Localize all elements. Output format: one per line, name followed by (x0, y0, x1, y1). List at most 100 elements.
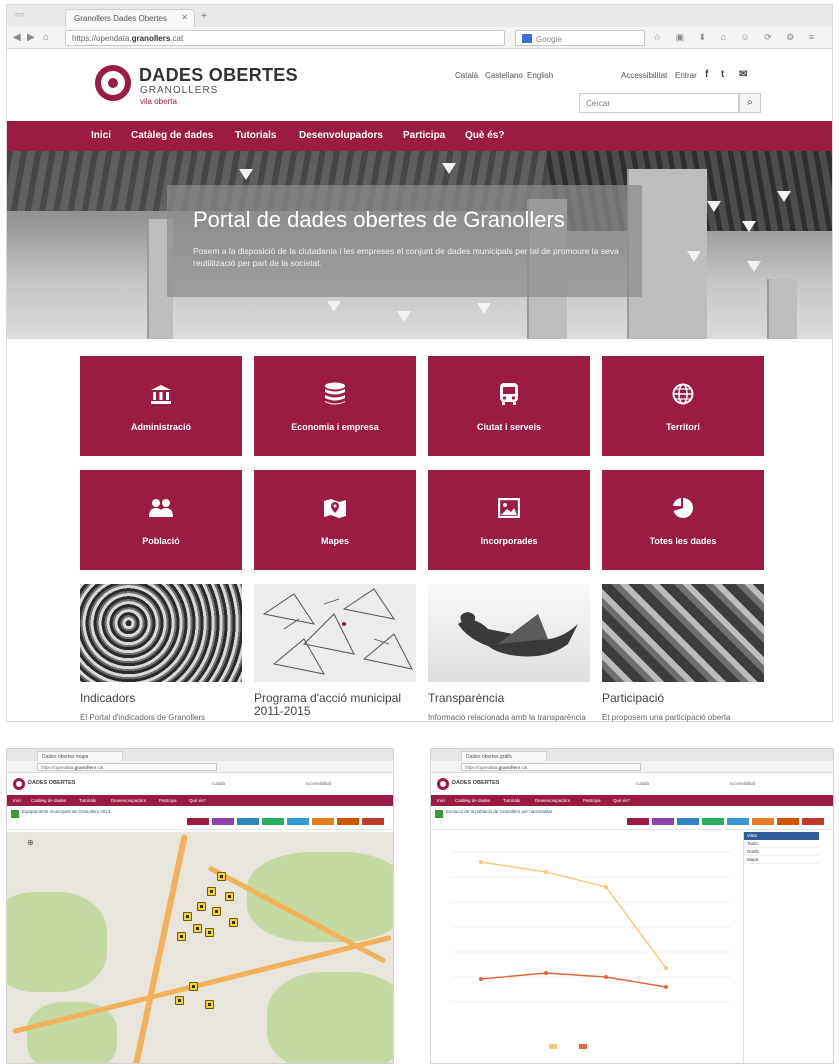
nav-item-inici[interactable]: Inici (91, 130, 111, 141)
nav-item-desenvolupadors[interactable]: Desenvolupadors (299, 130, 383, 141)
mini-action-button[interactable] (237, 818, 259, 825)
facebook-icon[interactable]: f (705, 69, 708, 80)
lang-link-ca[interactable]: Català (455, 71, 478, 80)
feature-image[interactable] (254, 584, 416, 682)
mini-nav-item[interactable]: Catàleg de dades (455, 798, 490, 803)
map-marker[interactable] (217, 872, 226, 881)
browser-tab[interactable]: Granollers Dades Obertes ✕ (65, 9, 195, 27)
tile-administracio[interactable]: Administració (80, 356, 242, 456)
feature-card-transparencia[interactable]: Transparència Informació relacionada amb… (428, 584, 590, 722)
nav-item-cataleg[interactable]: Catàleg de dades (131, 130, 213, 141)
mini-access-link[interactable]: Accessibilitat (729, 781, 755, 786)
mini-logo-icon[interactable] (437, 778, 449, 790)
feature-card-participacio[interactable]: Participació Et proposem una participaci… (602, 584, 764, 722)
mini-action-button[interactable] (777, 818, 799, 825)
twitter-icon[interactable]: t (721, 69, 724, 80)
mini-nav-item[interactable]: Què és? (189, 798, 206, 803)
map-marker[interactable] (175, 996, 184, 1005)
mini-nav-item[interactable]: Participa (583, 798, 601, 803)
mini-nav-item[interactable]: Tutorials (503, 798, 520, 803)
mini-nav-item[interactable]: Tutorials (79, 798, 96, 803)
nav-item-tutorials[interactable]: Tutorials (235, 130, 276, 141)
feature-card-programa[interactable]: Programa d'acció municipal 2011-2015 (254, 584, 416, 718)
mini-action-button[interactable] (287, 818, 309, 825)
forward-icon[interactable]: ▶ (27, 32, 35, 43)
close-tab-icon[interactable]: ✕ (181, 13, 188, 22)
back-icon[interactable]: ◀ (13, 32, 21, 43)
feature-title[interactable]: Transparència (428, 692, 590, 705)
nav-item-que-es[interactable]: Què és? (465, 130, 504, 141)
map-marker[interactable] (205, 928, 214, 937)
logo-icon[interactable] (95, 65, 131, 101)
tile-mapes[interactable]: Mapes (254, 470, 416, 570)
mini-doc-title[interactable]: Equipaments municipals de Granollers 201… (22, 809, 192, 815)
mini-access-link[interactable]: Accessibilitat (305, 781, 331, 786)
mail-icon[interactable]: ✉ (739, 69, 747, 80)
mini-nav-item[interactable]: Inici (437, 798, 445, 803)
map-marker[interactable] (212, 907, 221, 916)
toolbar-icons[interactable]: ☆ ▣ ⬇ ⌂ ☺ ⟳ ⚙ ≡ (653, 32, 820, 43)
mini-action-button[interactable] (802, 818, 824, 825)
tile-ciutat[interactable]: Ciutat i serveis (428, 356, 590, 456)
mini-nav-item[interactable]: Desenvolupadors (535, 798, 570, 803)
mini-action-button[interactable] (312, 818, 334, 825)
mini-action-button[interactable] (652, 818, 674, 825)
mini-browser-tab[interactable]: Dades obertes mapa (37, 751, 123, 761)
map-marker[interactable] (229, 918, 238, 927)
tile-totes[interactable]: Totes les dades (602, 470, 764, 570)
feature-title[interactable]: Programa d'acció municipal 2011-2015 (254, 692, 416, 718)
map-marker[interactable] (189, 982, 198, 991)
map-marker[interactable] (225, 892, 234, 901)
mini-action-button[interactable] (627, 818, 649, 825)
login-link[interactable]: Entrar (675, 71, 697, 80)
tile-economia[interactable]: Economia i empresa (254, 356, 416, 456)
mini-nav-item[interactable]: Què és? (613, 798, 630, 803)
mini-lang-links[interactable]: Català (212, 781, 225, 786)
new-tab-icon[interactable]: + (201, 11, 207, 22)
home-icon[interactable]: ⌂ (43, 32, 49, 43)
mini-lang-links[interactable]: Català (636, 781, 649, 786)
mini-nav-item[interactable]: Desenvolupadors (111, 798, 146, 803)
mini-action-button[interactable] (187, 818, 209, 825)
lang-link-es[interactable]: Castellano (485, 71, 523, 80)
mini-action-button[interactable] (212, 818, 234, 825)
lang-link-en[interactable]: English (527, 71, 553, 80)
site-search-input[interactable]: Cercar (579, 93, 739, 113)
feature-title[interactable]: Participació (602, 692, 764, 705)
mini-action-button[interactable] (362, 818, 384, 825)
mini-action-button[interactable] (752, 818, 774, 825)
mini-action-button[interactable] (702, 818, 724, 825)
browser-search-field[interactable]: Google (515, 30, 645, 46)
panel-row[interactable]: Mapa (744, 856, 819, 864)
map-marker[interactable] (207, 887, 216, 896)
tile-incorporades[interactable]: Incorporades (428, 470, 590, 570)
panel-row[interactable]: Gràfic (744, 848, 819, 856)
nav-item-participa[interactable]: Participa (403, 130, 445, 141)
mini-logo-title[interactable]: DADES OBERTES (28, 780, 75, 786)
feature-image[interactable] (428, 584, 590, 682)
mini-action-button[interactable] (262, 818, 284, 825)
mini-address-field[interactable]: https://opendata.granollers.cat (461, 763, 641, 771)
mini-nav-item[interactable]: Catàleg de dades (31, 798, 66, 803)
map-marker[interactable] (193, 924, 202, 933)
tile-territori[interactable]: Territori (602, 356, 764, 456)
map-view[interactable]: ⊕ (7, 832, 393, 1063)
accessibility-link[interactable]: Accessibilitat (621, 71, 667, 80)
map-compass-icon[interactable]: ⊕ (27, 838, 34, 847)
feature-image[interactable] (602, 584, 764, 682)
mini-action-button[interactable] (337, 818, 359, 825)
mini-action-button[interactable] (677, 818, 699, 825)
window-controls[interactable]: ○○ (15, 10, 25, 19)
mini-logo-title[interactable]: DADES OBERTES (452, 780, 499, 786)
feature-title[interactable]: Indicadors (80, 692, 242, 705)
mini-nav-item[interactable]: Inici (13, 798, 21, 803)
mini-nav-item[interactable]: Participa (159, 798, 177, 803)
mini-doc-title[interactable]: Evolució de la població de Granollers pe… (446, 809, 616, 815)
mini-action-button[interactable] (727, 818, 749, 825)
feature-image[interactable] (80, 584, 242, 682)
map-marker[interactable] (183, 912, 192, 921)
map-marker[interactable] (205, 1000, 214, 1009)
search-icon[interactable]: ⌕ (739, 93, 761, 113)
address-field[interactable]: https://opendata.granollers.cat (65, 30, 505, 46)
mini-address-field[interactable]: https://opendata.granollers.cat (37, 763, 217, 771)
